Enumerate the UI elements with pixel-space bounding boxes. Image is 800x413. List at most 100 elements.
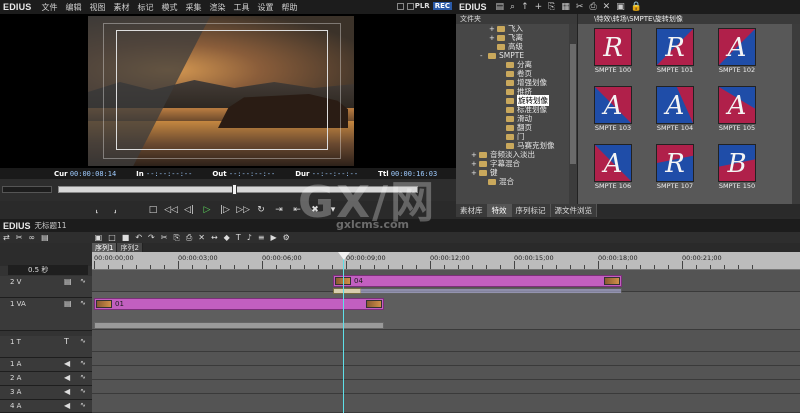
transition-clip[interactable]: A SMPTE 104 — [654, 86, 696, 134]
title-track-icon[interactable]: T — [64, 337, 69, 346]
rewind-icon[interactable]: ◁◁ — [164, 204, 178, 216]
save-icon[interactable]: ■ — [122, 233, 130, 242]
menu-tools[interactable]: 工具 — [230, 2, 254, 13]
menu-settings[interactable]: 设置 — [254, 2, 278, 13]
clip-01-audio[interactable] — [94, 322, 384, 329]
voice-icon[interactable]: ♪ — [247, 233, 252, 242]
plr-button[interactable]: PLR — [413, 2, 432, 10]
sync-lock-icon[interactable]: ∿ — [80, 401, 86, 409]
menu-capture[interactable]: 采集 — [182, 2, 206, 13]
tab-sequence-markers[interactable]: 序列标记 — [511, 204, 551, 217]
title-icon[interactable]: T — [236, 233, 241, 242]
clip-04[interactable]: 04 — [333, 275, 622, 287]
menu-file[interactable]: 文件 — [38, 2, 62, 13]
folder-scrollbar-thumb[interactable] — [570, 44, 576, 164]
cut-icon[interactable]: ✂ — [576, 2, 584, 12]
menu-marker[interactable]: 标记 — [134, 2, 158, 13]
folder-icon[interactable]: ▤ — [496, 2, 505, 12]
sync-lock-icon[interactable]: ∿ — [80, 299, 86, 307]
sync-lock-icon[interactable]: ∿ — [80, 387, 86, 395]
lane-1a[interactable] — [92, 352, 800, 366]
group-icon[interactable]: ▤ — [41, 233, 49, 242]
mixer-icon[interactable]: ≡ — [258, 233, 265, 242]
lane-2a[interactable] — [92, 366, 800, 380]
expander-icon[interactable]: - — [480, 52, 488, 60]
render-icon[interactable]: ▶ — [271, 233, 277, 242]
sync-lock-icon[interactable]: ∿ — [80, 277, 86, 285]
track-header-1a[interactable]: 1 A ◀ ∿ — [0, 358, 92, 372]
zoom-level[interactable]: 0.5 秒 — [8, 265, 88, 275]
minimize-icon[interactable] — [397, 3, 404, 10]
add-transition-icon[interactable]: ↔ — [211, 233, 218, 242]
track-header-2a[interactable]: 2 A ◀ ∿ — [0, 372, 92, 386]
rec-button[interactable]: REC — [432, 2, 452, 10]
expander-icon[interactable]: + — [489, 34, 497, 42]
paste-icon[interactable]: ⎙ — [589, 2, 596, 12]
cut-clip-icon[interactable]: ✂ — [161, 233, 168, 242]
playhead-handle[interactable] — [338, 252, 350, 260]
transition-clip[interactable]: R SMPTE 101 — [654, 28, 696, 76]
clips-scrollbar[interactable] — [792, 24, 800, 204]
lane-3a[interactable] — [92, 380, 800, 394]
transition-clip[interactable]: A SMPTE 105 — [716, 86, 758, 134]
speaker-icon[interactable]: ◀ — [64, 373, 70, 382]
link-icon[interactable]: ∞ — [28, 233, 35, 242]
transition-clip[interactable]: A SMPTE 103 — [592, 86, 634, 134]
clip-04-mixer[interactable] — [333, 288, 622, 294]
transition-clip[interactable]: A SMPTE 106 — [592, 144, 634, 192]
view-icon[interactable]: ▦ — [561, 2, 570, 12]
speaker-icon[interactable]: ◀ — [64, 387, 70, 396]
folder-scrollbar[interactable] — [569, 24, 577, 204]
video-mute-icon[interactable]: ▤ — [64, 277, 72, 286]
copy-icon[interactable]: ⎘ — [548, 2, 555, 12]
folder-item[interactable]: + 键 — [456, 168, 577, 177]
in-point-icon[interactable]: ⸤ — [90, 204, 104, 216]
transition-clip[interactable]: A SMPTE 102 — [716, 28, 758, 76]
settings-icon[interactable]: ⚙ — [283, 233, 290, 242]
lock-icon[interactable]: 🔒 — [631, 2, 642, 12]
expander-icon[interactable]: + — [471, 160, 479, 168]
ripple-icon[interactable]: ✂ — [16, 233, 23, 242]
mode-icon[interactable]: ⇄ — [3, 233, 10, 242]
position-slider-handle[interactable] — [232, 184, 237, 195]
open-icon[interactable]: □ — [108, 233, 116, 242]
menu-view[interactable]: 视图 — [86, 2, 110, 13]
lane-1t[interactable] — [92, 330, 800, 352]
folder-item[interactable]: 高级 — [456, 42, 577, 51]
expander-icon[interactable]: + — [471, 169, 479, 177]
step-forward-icon[interactable]: |▷ — [218, 204, 232, 216]
folder-item[interactable]: + 字幕混合 — [456, 159, 577, 168]
up-icon[interactable]: ↑ — [521, 2, 529, 12]
undo-icon[interactable]: ↶ — [135, 233, 142, 242]
tab-effects[interactable]: 特效 — [487, 204, 512, 217]
track-header-2v[interactable]: 2 V ▤ ∿ — [0, 276, 92, 298]
tab-sequence-1[interactable]: 序列1 — [92, 243, 118, 252]
transition-clip[interactable]: R SMPTE 100 — [592, 28, 634, 76]
menu-mode[interactable]: 模式 — [158, 2, 182, 13]
tab-sequence-2[interactable]: 序列2 — [117, 243, 143, 252]
redo-icon[interactable]: ↷ — [148, 233, 155, 242]
shuttle-slider[interactable] — [2, 186, 52, 193]
insert-icon[interactable]: ⇥ — [272, 204, 286, 216]
step-back-icon[interactable]: ◁| — [182, 204, 196, 216]
properties-icon[interactable]: ▣ — [616, 2, 625, 12]
track-header-4a[interactable]: 4 A ◀ ∿ — [0, 400, 92, 413]
tab-asset-library[interactable]: 素材库 — [456, 204, 488, 217]
track-header-1t[interactable]: 1 T T ∿ — [0, 336, 92, 358]
copy-clip-icon[interactable]: ⎘ — [173, 233, 179, 243]
stop-icon[interactable]: □ — [146, 204, 160, 216]
playhead-line[interactable] — [343, 252, 344, 413]
lane-4a[interactable] — [92, 394, 800, 413]
menu-render[interactable]: 渲染 — [206, 2, 230, 13]
marker-icon[interactable]: ◆ — [224, 233, 230, 242]
transition-clip[interactable]: R SMPTE 107 — [654, 144, 696, 192]
track-header-1va[interactable]: 1 VA ▤ ∿ — [0, 298, 92, 331]
new-sequence-icon[interactable]: ▣ — [95, 233, 103, 242]
track-header-3a[interactable]: 3 A ◀ ∿ — [0, 386, 92, 400]
expander-icon[interactable]: + — [471, 151, 479, 159]
transition-clip[interactable]: B SMPTE 150 — [716, 144, 758, 192]
loop-icon[interactable]: ↻ — [254, 204, 268, 216]
menu-edit[interactable]: 编辑 — [62, 2, 86, 13]
sync-lock-icon[interactable]: ∿ — [80, 337, 86, 345]
search-icon[interactable]: ⌕ — [510, 2, 515, 12]
